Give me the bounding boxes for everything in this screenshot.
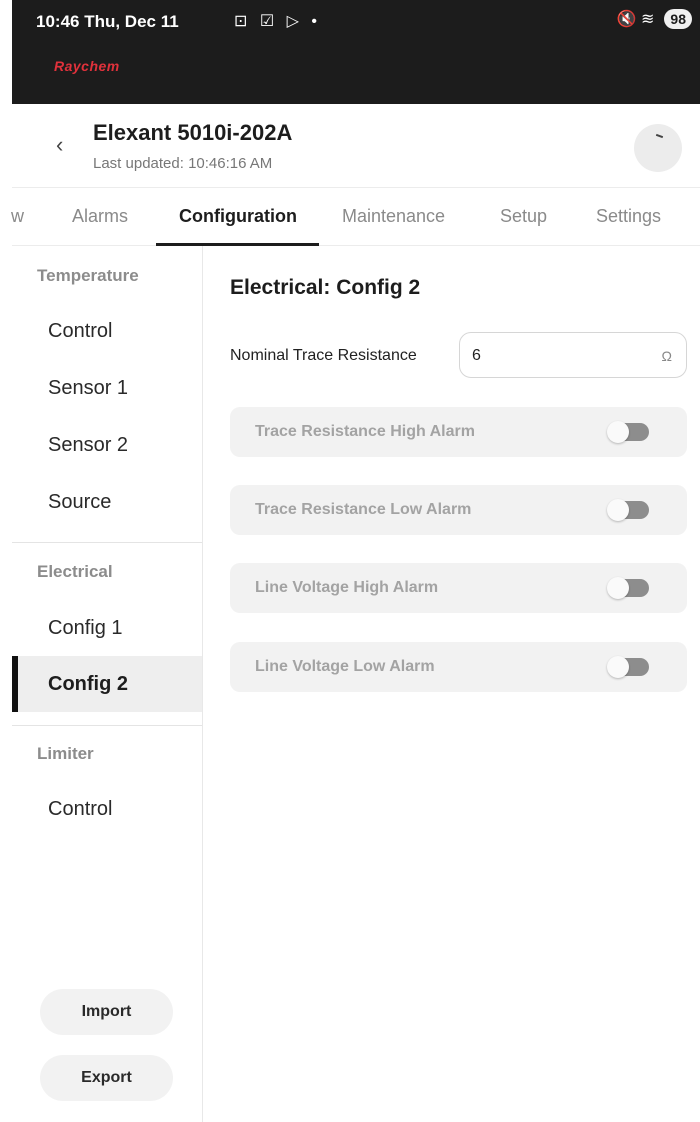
status-time: 10:46 Thu, Dec 11 bbox=[36, 12, 179, 31]
alarm-toggle[interactable] bbox=[607, 421, 649, 443]
sidebar-item-config-1[interactable]: Config 1 bbox=[12, 600, 202, 656]
alarm-toggle[interactable] bbox=[607, 577, 649, 599]
toggle-knob bbox=[607, 577, 629, 599]
sidebar-divider bbox=[12, 542, 202, 543]
refresh-spinner-icon[interactable] bbox=[634, 124, 682, 172]
device-title: Elexant 5010i-202A bbox=[93, 120, 293, 145]
nominal-resistance-label: Nominal Trace Resistance bbox=[230, 347, 417, 364]
device-header: ‹ Elexant 5010i-202A Last updated: 10:46… bbox=[12, 104, 700, 188]
alarm-toggle[interactable] bbox=[607, 656, 649, 678]
app-frame: 10:46 Thu, Dec 11 ⊡ ☑ ▷ • 🔇 ≋ 98 Raychem… bbox=[0, 0, 700, 1122]
alarm-row-trace-high: Trace Resistance High Alarm bbox=[230, 407, 687, 457]
tab-bar: w Alarms Configuration Maintenance Setup… bbox=[11, 188, 700, 246]
tab-alarms[interactable]: Alarms bbox=[72, 206, 128, 227]
section-title-temperature: Temperature bbox=[37, 266, 139, 285]
nominal-resistance-value: 6 bbox=[472, 347, 481, 364]
tab-setup[interactable]: Setup bbox=[500, 206, 547, 227]
nominal-resistance-input[interactable]: 6 Ω bbox=[459, 332, 687, 378]
sidebar-item-temperature-control[interactable]: Control bbox=[12, 303, 202, 359]
mute-wifi-icon: 🔇 ≋ bbox=[616, 11, 655, 28]
tab-maintenance[interactable]: Maintenance bbox=[342, 206, 445, 227]
tab-configuration[interactable]: Configuration bbox=[179, 206, 297, 227]
alarm-label: Trace Resistance High Alarm bbox=[255, 423, 475, 440]
sidebar-item-sensor-1[interactable]: Sensor 1 bbox=[12, 360, 202, 416]
alarm-label: Trace Resistance Low Alarm bbox=[255, 501, 472, 518]
export-button[interactable]: Export bbox=[40, 1055, 173, 1101]
alarm-row-trace-low: Trace Resistance Low Alarm bbox=[230, 485, 687, 535]
sidebar-item-config-2[interactable]: Config 2 bbox=[12, 656, 202, 712]
alarm-row-voltage-low: Line Voltage Low Alarm bbox=[230, 642, 687, 692]
sidebar-divider bbox=[12, 725, 202, 726]
alarm-row-voltage-high: Line Voltage High Alarm bbox=[230, 563, 687, 613]
toggle-knob bbox=[607, 656, 629, 678]
section-title-limiter: Limiter bbox=[37, 744, 94, 763]
status-bar: 10:46 Thu, Dec 11 ⊡ ☑ ▷ • 🔇 ≋ 98 Raychem bbox=[12, 0, 700, 104]
toggle-knob bbox=[607, 421, 629, 443]
toggle-knob bbox=[607, 499, 629, 521]
tab-settings[interactable]: Settings bbox=[596, 206, 661, 227]
import-button[interactable]: Import bbox=[40, 989, 173, 1035]
notification-icons: ⊡ ☑ ▷ • bbox=[234, 13, 321, 30]
config-panel: Electrical: Config 2 Nominal Trace Resis… bbox=[203, 246, 700, 1122]
back-chevron-icon[interactable]: ‹ bbox=[56, 132, 63, 158]
alarm-toggle[interactable] bbox=[607, 499, 649, 521]
sidebar-item-source[interactable]: Source bbox=[12, 474, 202, 530]
config-sidebar: Temperature Control Sensor 1 Sensor 2 So… bbox=[12, 246, 203, 1122]
system-tray: 🔇 ≋ 98 bbox=[617, 9, 692, 29]
alarm-label: Line Voltage Low Alarm bbox=[255, 658, 435, 675]
battery-indicator: 98 bbox=[664, 9, 692, 29]
brand-logo: Raychem bbox=[54, 58, 120, 74]
section-title-electrical: Electrical bbox=[37, 562, 113, 581]
last-updated-text: Last updated: 10:46:16 AM bbox=[93, 155, 273, 172]
sidebar-item-sensor-2[interactable]: Sensor 2 bbox=[12, 417, 202, 473]
tab-overview-partial[interactable]: w bbox=[11, 206, 24, 227]
alarm-label: Line Voltage High Alarm bbox=[255, 579, 439, 596]
sidebar-item-limiter-control[interactable]: Control bbox=[12, 781, 202, 837]
page-title: Electrical: Config 2 bbox=[230, 276, 421, 299]
ohm-unit-label: Ω bbox=[661, 348, 672, 364]
